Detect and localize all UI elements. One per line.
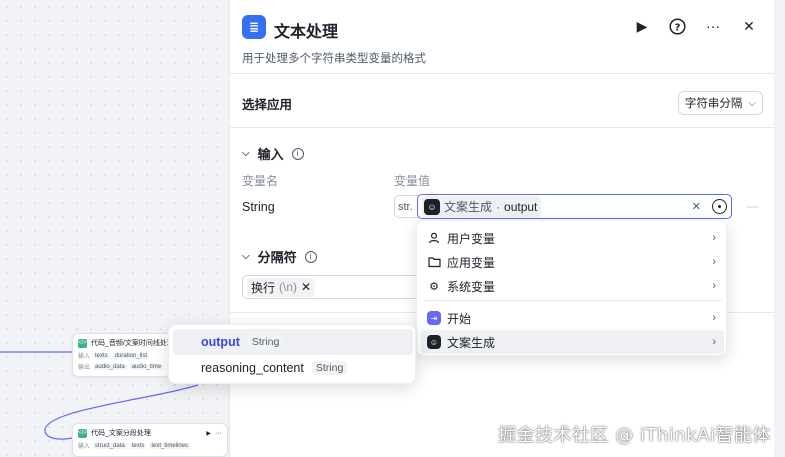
separator-section-title: 分隔符	[257, 250, 297, 265]
ref-field: output	[504, 199, 538, 214]
col-name-label: 变量名	[242, 174, 279, 188]
target-icon[interactable]	[712, 199, 727, 214]
watermark: 掘金技术社区 @ iThinkAi智能体	[498, 425, 771, 446]
field-name: reasoning_content	[201, 361, 304, 375]
menu-item-app-variables[interactable]: 应用变量 ›	[421, 250, 724, 274]
ref-source: 文案生成	[444, 200, 493, 214]
play-icon[interactable]: ▶	[206, 430, 211, 437]
start-icon: ⇥	[427, 311, 441, 325]
chevron-right-icon: ›	[712, 232, 716, 244]
menu-item-copy-generation[interactable]: ☺ 文案生成 ›	[421, 330, 724, 354]
canvas-node-timeline[interactable]: </> 代码_音频/文案时间线处理 输入 texts duration_list…	[72, 333, 172, 377]
node-title: 代码_文案分段处理	[91, 430, 151, 437]
node-chip: audio_time	[129, 363, 164, 370]
variable-ref-input[interactable]: ☺ 文案生成 · output ✕	[417, 194, 732, 219]
app-select-value: 字符串分隔	[684, 98, 743, 110]
menu-divider	[423, 300, 722, 301]
node-row-label: 输入	[78, 444, 91, 450]
chevron-down-icon: ⌵	[242, 148, 250, 159]
submenu-item-output[interactable]: output String	[173, 329, 413, 355]
select-app-section: 选择应用 字符串分隔 ⌵	[230, 74, 775, 128]
variable-name: String	[242, 200, 275, 214]
separator-chip-label: 换行	[251, 280, 276, 295]
node-chip: texts	[129, 442, 147, 449]
close-icon[interactable]: ✕	[739, 16, 759, 36]
separator-chip-escape: (\n)	[279, 280, 298, 294]
node-chip: texts	[93, 352, 110, 359]
variable-picker-menu: 用户变量 › 应用变量 › ⚙ 系统变量 › ⇥ 开始 › ☺ 文案生成 ›	[416, 220, 727, 356]
folder-icon	[427, 255, 441, 269]
menu-item-start[interactable]: ⇥ 开始 ›	[421, 306, 724, 330]
user-icon	[427, 231, 441, 245]
menu-item-label: 应用变量	[447, 255, 496, 270]
input-section-title: 输入	[257, 147, 284, 162]
separator-section-header[interactable]: ⌵ 分隔符 i	[242, 247, 317, 266]
node-row-label: 输入	[78, 354, 91, 360]
node-title: 代码_音频/文案时间线处理	[91, 340, 172, 347]
code-icon: </>	[78, 428, 87, 438]
bot-icon: ☺	[427, 335, 441, 349]
chevron-down-icon: ⌵	[242, 251, 250, 262]
separator-input[interactable]: 换行 (\n) ✕	[242, 275, 422, 299]
node-chip: audio_data	[93, 363, 127, 370]
remove-icon[interactable]: —	[747, 199, 759, 213]
field-name: output	[201, 335, 240, 349]
col-value-label: 变量值	[394, 174, 431, 188]
code-icon: </>	[78, 338, 87, 348]
node-row-label: 输出	[78, 365, 91, 371]
menu-item-label: 用户变量	[447, 231, 496, 246]
variable-ref-chip: ☺ 文案生成 · output	[422, 196, 542, 217]
menu-item-user-variables[interactable]: 用户变量 ›	[421, 226, 724, 250]
info-icon[interactable]: i	[304, 250, 317, 263]
menu-item-label: 系统变量	[447, 279, 496, 294]
canvas-edge-strip	[774, 0, 785, 457]
field-type-badge: String	[247, 335, 284, 349]
run-icon[interactable]: ▶	[632, 16, 652, 36]
chevron-right-icon: ›	[712, 312, 716, 324]
chevron-right-icon: ›	[712, 256, 716, 268]
more-icon[interactable]: ···	[703, 16, 723, 36]
output-field-submenu: output String reasoning_content String	[168, 324, 416, 384]
help-icon[interactable]: ?	[667, 16, 687, 36]
text-process-icon: ≣	[242, 15, 266, 39]
panel-header: ≣ 文本处理 用于处理多个字符串类型变量的格式 ▶ ? ··· ✕	[230, 0, 775, 74]
menu-item-system-variables[interactable]: ⚙ 系统变量 ›	[421, 274, 724, 298]
submenu-item-reasoning-content[interactable]: reasoning_content String	[173, 355, 413, 381]
clear-icon[interactable]: ✕	[692, 200, 701, 213]
panel-description: 用于处理多个字符串类型变量的格式	[242, 53, 426, 65]
menu-item-label: 文案生成	[447, 335, 496, 350]
chevron-right-icon: ›	[712, 336, 716, 348]
chevron-right-icon: ›	[712, 280, 716, 292]
node-chip: text_timelines	[149, 442, 191, 449]
panel-title: 文本处理	[274, 24, 339, 41]
app-select[interactable]: 字符串分隔 ⌵	[677, 91, 763, 115]
info-icon[interactable]: i	[291, 147, 304, 160]
field-type-badge: String	[311, 361, 348, 375]
input-section-header[interactable]: ⌵ 输入 i	[242, 144, 304, 163]
node-chip: struct_data	[93, 442, 127, 449]
node-chip: duration_list	[112, 352, 150, 359]
gear-icon: ⚙	[429, 280, 439, 293]
bot-icon: ☺	[424, 198, 440, 215]
chevron-down-icon: ⌵	[748, 97, 756, 109]
canvas-node-segment[interactable]: </> 代码_文案分段处理 ▶ ··· 输入 struct_data texts…	[72, 423, 228, 457]
svg-text:?: ?	[674, 22, 680, 33]
more-icon[interactable]: ···	[215, 430, 222, 437]
close-icon[interactable]: ✕	[301, 280, 311, 294]
menu-item-label: 开始	[447, 311, 472, 326]
ref-separator: ·	[496, 199, 501, 214]
separator-chip: 换行 (\n) ✕	[247, 277, 316, 297]
variable-type[interactable]: str.	[394, 195, 418, 218]
select-app-label: 选择应用	[242, 98, 293, 112]
